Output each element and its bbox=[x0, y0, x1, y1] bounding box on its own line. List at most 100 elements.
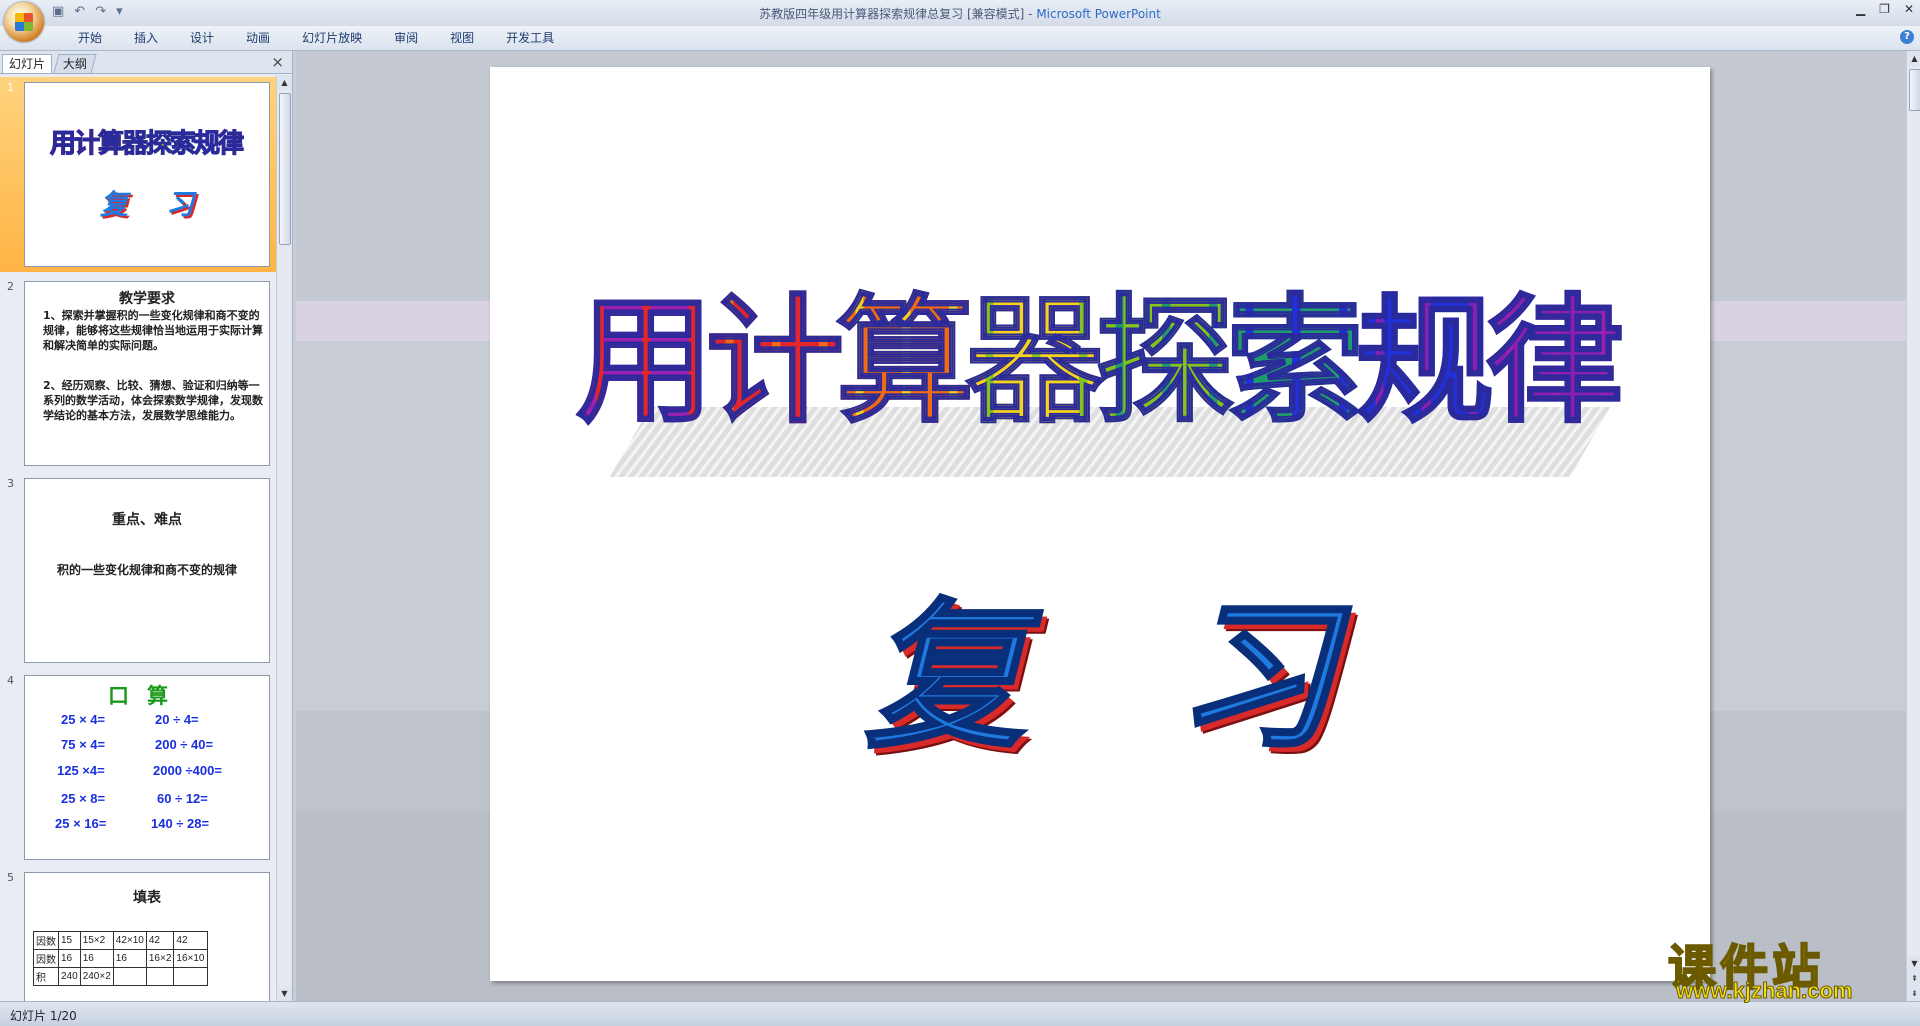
thumbnail-row-4[interactable]: 4 口算 25 × 4= 75 × 4= 125 ×4= 25 × 8= 25 … bbox=[0, 670, 276, 865]
thumb1-subtitle: 复 习 bbox=[25, 183, 269, 223]
table-cell bbox=[173, 967, 208, 986]
title-bar: ▣ ↶ ↷ ▾ 苏教版四年级用计算器探索规律总复习 [兼容模式] - Micro… bbox=[0, 0, 1920, 42]
title-separator: - bbox=[1024, 7, 1037, 21]
table-row: 因数 16 16 16 16×2 16×10 bbox=[33, 949, 208, 968]
slide-thumbnail-2[interactable]: 教学要求 1、探索并掌握积的一些变化规律和商不变的规律，能够将这些规律恰当地运用… bbox=[24, 281, 270, 466]
oral-calc-item: 200 ÷ 40= bbox=[155, 737, 214, 752]
help-icon[interactable]: ? bbox=[1900, 30, 1914, 44]
slide-thumbnail-1[interactable]: 用 计 算 器 探 索 规 律 复 习 bbox=[24, 82, 270, 267]
table-cell: 16 bbox=[79, 949, 114, 968]
scrollbar-thumb[interactable] bbox=[1909, 69, 1920, 111]
oral-calc-item: 125 ×4= bbox=[57, 763, 105, 778]
tab-outline-label: 大纲 bbox=[62, 57, 87, 71]
office-button[interactable] bbox=[4, 2, 44, 42]
slide-title[interactable]: 用 计 算 器 探 索 规 律 bbox=[490, 281, 1710, 442]
ribbon: 开始 插入 设计 动画 幻灯片放映 审阅 视图 开发工具 ? bbox=[0, 26, 1920, 51]
slide-subtitle[interactable]: 复 习 bbox=[490, 547, 1710, 779]
slide-number: 5 bbox=[7, 871, 14, 884]
table-cell: 42×10 bbox=[112, 931, 147, 950]
thumbnail-row-5[interactable]: 5 填表 因数 15 15×2 42×10 42 42 因数 16 16 16 … bbox=[0, 867, 276, 1001]
tab-review[interactable]: 审阅 bbox=[378, 30, 434, 46]
table-cell bbox=[145, 967, 175, 986]
table-cell: 16×10 bbox=[173, 949, 208, 968]
tab-developer[interactable]: 开发工具 bbox=[490, 30, 570, 46]
title-char: 索 bbox=[1225, 281, 1365, 442]
oral-calc-item: 25 × 16= bbox=[55, 816, 107, 831]
table-cell: 因数 bbox=[33, 931, 59, 950]
oral-calc-item: 20 ÷ 4= bbox=[155, 712, 199, 727]
next-slide-icon[interactable]: ⇟ bbox=[1907, 986, 1920, 1001]
scrollbar-thumb[interactable] bbox=[279, 93, 291, 245]
table-cell: 16 bbox=[58, 949, 81, 968]
watermark-url: www.kjzhan.com bbox=[1675, 978, 1853, 1004]
oral-calc-item: 25 × 8= bbox=[61, 791, 106, 806]
scroll-down-icon[interactable]: ▼ bbox=[1907, 956, 1920, 971]
tab-slideshow[interactable]: 幻灯片放映 bbox=[286, 30, 378, 46]
slide-thumbnail-4[interactable]: 口算 25 × 4= 75 × 4= 125 ×4= 25 × 8= 25 × … bbox=[24, 675, 270, 860]
table-row: 因数 15 15×2 42×10 42 42 bbox=[33, 931, 208, 950]
tab-home[interactable]: 开始 bbox=[62, 30, 118, 46]
title-char: 用 bbox=[575, 281, 715, 442]
table-cell: 15 bbox=[58, 931, 81, 950]
previous-slide-icon[interactable]: ⇞ bbox=[1907, 971, 1920, 986]
slide-counter: 幻灯片 1/20 bbox=[10, 1009, 77, 1023]
table-cell: 42 bbox=[173, 931, 208, 950]
status-bar: 幻灯片 1/20 bbox=[0, 1001, 1920, 1026]
tab-slides[interactable]: 幻灯片 bbox=[2, 54, 53, 73]
slide-number: 3 bbox=[7, 477, 14, 490]
oral-calc-item: 2000 ÷400= bbox=[153, 763, 222, 778]
table-cell: 积 bbox=[33, 967, 59, 986]
tab-animations[interactable]: 动画 bbox=[230, 30, 286, 46]
slide-thumbnail-5[interactable]: 填表 因数 15 15×2 42×10 42 42 因数 16 16 16 16… bbox=[24, 872, 270, 1001]
thumb1-title-char: 用 bbox=[49, 123, 76, 160]
thumb1-title-char: 律 bbox=[218, 123, 245, 160]
thumb1-title: 用 计 算 器 探 索 规 律 bbox=[25, 123, 269, 160]
restore-icon[interactable]: ❐ bbox=[1879, 2, 1890, 16]
current-slide[interactable]: 用 计 算 器 探 索 规 律 复 习 bbox=[490, 67, 1710, 981]
app-name: Microsoft PowerPoint bbox=[1036, 7, 1161, 21]
scroll-up-icon[interactable]: ▲ bbox=[1907, 51, 1920, 66]
thumb1-title-char: 规 bbox=[194, 123, 221, 160]
table-row: 积 240 240×2 bbox=[33, 967, 208, 986]
thumbnail-row-1[interactable]: 1 用 计 算 器 探 索 规 律 复 习 bbox=[0, 77, 276, 272]
pane-close-icon[interactable]: × bbox=[271, 53, 284, 71]
title-char: 探 bbox=[1095, 281, 1235, 442]
title-char: 律 bbox=[1485, 281, 1625, 442]
pane-scrollbar[interactable]: ▲ ▼ bbox=[276, 75, 292, 1001]
subtitle-char: 习 bbox=[1173, 581, 1336, 772]
thumb3-heading: 重点、难点 bbox=[112, 512, 182, 528]
scroll-up-icon[interactable]: ▲ bbox=[277, 75, 292, 90]
oral-calc-item: 25 × 4= bbox=[61, 712, 106, 727]
table-cell: 16×2 bbox=[145, 949, 175, 968]
thumb1-title-char: 计 bbox=[73, 123, 100, 160]
scroll-down-icon[interactable]: ▼ bbox=[277, 986, 292, 1001]
oral-calc-item: 75 × 4= bbox=[61, 737, 106, 752]
thumb1-title-char: 探 bbox=[145, 123, 172, 160]
ribbon-tabs: 开始 插入 设计 动画 幻灯片放映 审阅 视图 开发工具 bbox=[62, 30, 570, 46]
tab-design[interactable]: 设计 bbox=[174, 30, 230, 46]
thumbnail-list: 1 用 计 算 器 探 索 规 律 复 习 2 教学要求 1、探索并掌握积的一些… bbox=[0, 75, 276, 1001]
title-char: 计 bbox=[705, 281, 845, 442]
office-logo-icon bbox=[15, 13, 33, 31]
window-title: 苏教版四年级用计算器探索规律总复习 [兼容模式] - Microsoft Pow… bbox=[0, 5, 1920, 22]
thumb2-paragraph-1: 1、探索并掌握积的一些变化规律和商不变的规律，能够将这些规律恰当地运用于实际计算… bbox=[43, 309, 263, 352]
oral-calc-item: 60 ÷ 12= bbox=[157, 791, 208, 806]
tab-insert[interactable]: 插入 bbox=[118, 30, 174, 46]
fill-table: 因数 15 15×2 42×10 42 42 因数 16 16 16 16×2 … bbox=[33, 931, 208, 986]
close-icon[interactable]: ✕ bbox=[1904, 2, 1914, 16]
tab-outline[interactable]: 大纲 bbox=[53, 54, 97, 73]
minimize-icon[interactable]: ▁ bbox=[1856, 2, 1865, 16]
thumb2-paragraph-2: 2、经历观察、比较、猜想、验证和归纳等一系列的数学活动，体会探索数学规律，发现数… bbox=[43, 379, 263, 422]
thumb3-body: 积的一些变化规律和商不变的规律 bbox=[56, 563, 237, 577]
main-scrollbar[interactable]: ▲ ▼ ⇞ ⇟ bbox=[1906, 51, 1920, 1001]
tab-view[interactable]: 视图 bbox=[434, 30, 490, 46]
slide-thumbnail-3[interactable]: 重点、难点 积的一些变化规律和商不变的规律 bbox=[24, 478, 270, 663]
thumbnail-row-3[interactable]: 3 重点、难点 积的一些变化规律和商不变的规律 bbox=[0, 473, 276, 668]
table-cell: 因数 bbox=[33, 949, 59, 968]
table-cell: 15×2 bbox=[79, 931, 114, 950]
thumbnail-row-2[interactable]: 2 教学要求 1、探索并掌握积的一些变化规律和商不变的规律，能够将这些规律恰当地… bbox=[0, 276, 276, 471]
title-char: 规 bbox=[1355, 281, 1495, 442]
slides-pane: 幻灯片 大纲 × 1 用 计 算 器 探 索 规 律 复 习 2 教学要求 1、… bbox=[0, 51, 293, 1001]
table-cell: 240 bbox=[58, 967, 81, 986]
thumb1-title-char: 算 bbox=[97, 123, 124, 160]
